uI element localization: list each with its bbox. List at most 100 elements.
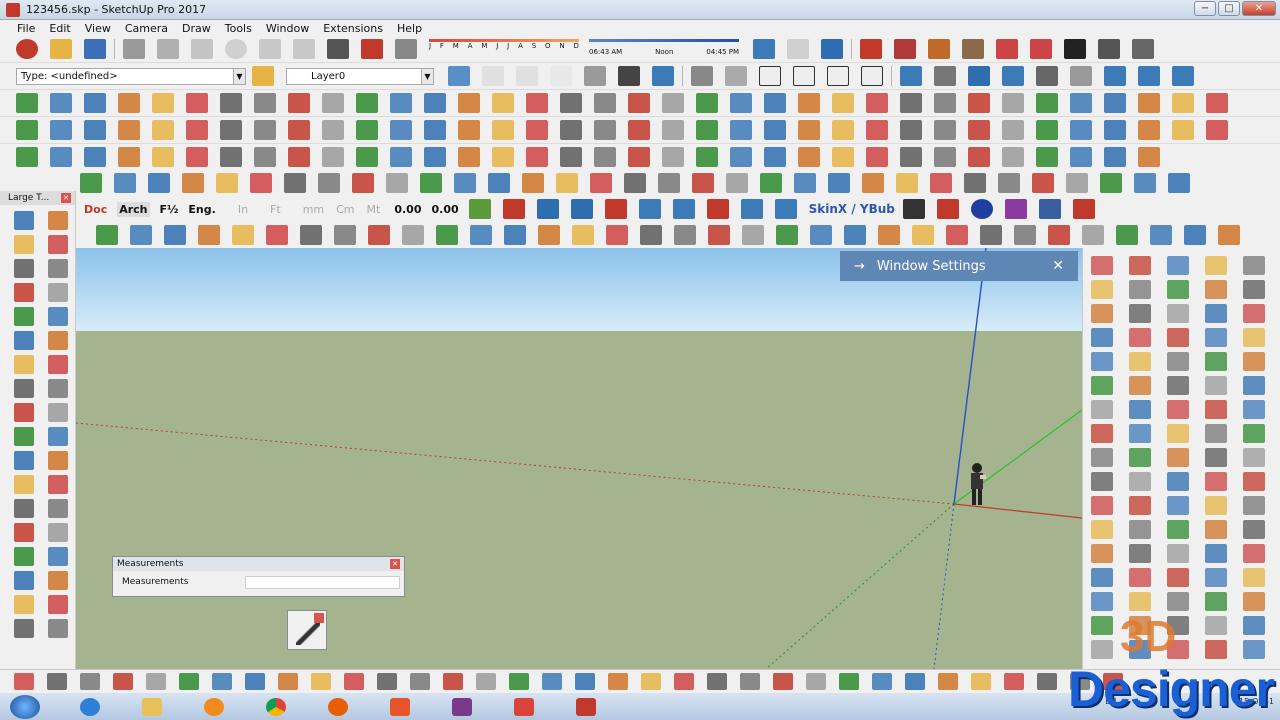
modify-tool-icon[interactable] (526, 120, 548, 140)
units-mt-button[interactable]: Mt (367, 203, 381, 216)
interact-icon[interactable] (1030, 39, 1052, 59)
palette-tool-icon[interactable] (48, 283, 68, 302)
side-tool-icon[interactable] (1129, 640, 1151, 659)
bottom-tool-icon[interactable] (1070, 673, 1090, 690)
modify-tool-icon[interactable] (1070, 120, 1092, 140)
left-view-icon[interactable] (861, 66, 883, 86)
modify-tool-icon[interactable] (628, 120, 650, 140)
side-tool-icon[interactable] (1091, 496, 1113, 515)
bottom-tool-icon[interactable] (410, 673, 430, 690)
draw-tool-icon[interactable] (764, 93, 786, 113)
print-icon[interactable] (327, 39, 349, 59)
side-tool-icon[interactable] (1167, 352, 1189, 371)
extension-tool-icon[interactable] (1134, 173, 1156, 193)
modify-tool-icon[interactable] (968, 120, 990, 140)
modify-tool-icon[interactable] (50, 120, 72, 140)
shape-tool-icon[interactable] (742, 225, 764, 245)
plugin-tool-icon[interactable] (492, 147, 514, 167)
extension-tool-icon[interactable] (624, 173, 646, 193)
extension-tool-icon[interactable] (726, 173, 748, 193)
shape-tool-icon[interactable] (164, 225, 186, 245)
extension-tool-icon[interactable] (658, 173, 680, 193)
shape-tool-icon[interactable] (572, 225, 594, 245)
side-tool-icon[interactable] (1129, 352, 1151, 371)
side-tool-icon[interactable] (1129, 424, 1151, 443)
shape-tool-icon[interactable] (1150, 225, 1172, 245)
side-tool-icon[interactable] (1205, 520, 1227, 539)
modify-tool-icon[interactable] (1036, 120, 1058, 140)
window-settings-tray[interactable]: → Window Settings ✕ (840, 251, 1078, 281)
palette-tool-icon[interactable] (14, 499, 34, 518)
shape-tool-icon[interactable] (436, 225, 458, 245)
shape-tool-icon[interactable] (1082, 225, 1104, 245)
tray-expand-arrow-icon[interactable]: → (854, 259, 865, 274)
shape-tool-icon[interactable] (96, 225, 118, 245)
shape-tool-icon[interactable] (946, 225, 968, 245)
taskbar-sketchup-2[interactable] (566, 695, 606, 719)
side-tool-icon[interactable] (1129, 496, 1151, 515)
draw-tool-icon[interactable] (1172, 93, 1194, 113)
language-indicator[interactable]: EN (1105, 697, 1116, 706)
side-tool-icon[interactable] (1205, 472, 1227, 491)
draw-tool-icon[interactable] (968, 93, 990, 113)
shadows-toggle-icon[interactable] (395, 39, 417, 59)
precision-increase-button[interactable]: 0.00 (431, 203, 458, 216)
draw-tool-icon[interactable] (424, 93, 446, 113)
draw-tool-icon[interactable] (560, 93, 582, 113)
bottom-tool-icon[interactable] (344, 673, 364, 690)
shape-tool-icon[interactable] (232, 225, 254, 245)
union-icon[interactable] (1172, 66, 1194, 86)
shadow-settings-bar[interactable]: JFMAMJJASOND 06:43 AM Noon 04:45 PM (429, 39, 739, 59)
side-tool-icon[interactable] (1091, 592, 1113, 611)
palette-tool-icon[interactable] (48, 499, 68, 518)
open-folder-icon[interactable] (50, 39, 72, 59)
palette-tool-icon[interactable] (48, 523, 68, 542)
side-tool-icon[interactable] (1167, 544, 1189, 563)
units-arch-button[interactable]: Arch (117, 201, 150, 217)
units-cm-button[interactable]: Cm (336, 203, 354, 216)
draw-tool-icon[interactable] (1036, 93, 1058, 113)
extension-tool-icon[interactable] (488, 173, 510, 193)
taskbar-app-orange[interactable] (380, 695, 420, 719)
eraser-plugin-icon[interactable] (502, 199, 525, 219)
extension-tool-icon[interactable] (862, 173, 884, 193)
modify-tool-icon[interactable] (118, 120, 140, 140)
extension-tool-icon[interactable] (930, 173, 952, 193)
model-info-icon[interactable] (361, 39, 383, 59)
modify-tool-icon[interactable] (866, 120, 888, 140)
draw-tool-icon[interactable] (16, 93, 38, 113)
plugin-tool-icon[interactable] (152, 147, 174, 167)
extension-tool-icon[interactable] (114, 173, 136, 193)
tray-toggle-icon[interactable] (1098, 39, 1120, 59)
bottom-tool-icon[interactable] (971, 673, 991, 690)
side-tool-icon[interactable] (1167, 304, 1189, 323)
shape-tool-icon[interactable] (980, 225, 1002, 245)
extension-tool-icon[interactable] (182, 173, 204, 193)
save-icon[interactable] (84, 39, 106, 59)
modify-tool-icon[interactable] (832, 120, 854, 140)
side-tool-icon[interactable] (1243, 400, 1265, 419)
palette-tool-icon[interactable] (48, 595, 68, 614)
draw-tool-icon[interactable] (832, 93, 854, 113)
iso-view-icon[interactable] (691, 66, 713, 86)
draw-tool-icon[interactable] (288, 93, 310, 113)
modify-tool-icon[interactable] (730, 120, 752, 140)
wireframe-icon[interactable] (516, 66, 538, 86)
shape-tool-icon[interactable] (1184, 225, 1206, 245)
draw-tool-icon[interactable] (1206, 93, 1228, 113)
front-view-icon[interactable] (759, 66, 781, 86)
side-tool-icon[interactable] (1129, 376, 1151, 395)
taskbar-chrome[interactable] (256, 695, 296, 719)
back-view-icon[interactable] (827, 66, 849, 86)
side-tool-icon[interactable] (1205, 544, 1227, 563)
bottom-tool-icon[interactable] (113, 673, 133, 690)
close-icon[interactable]: ✕ (390, 559, 400, 569)
skinx-icon[interactable] (902, 199, 925, 219)
extension-tool-icon[interactable] (998, 173, 1020, 193)
weld-icon[interactable] (740, 199, 763, 219)
side-tool-icon[interactable] (1129, 328, 1151, 347)
side-tool-icon[interactable] (1243, 280, 1265, 299)
shape-tool-icon[interactable] (912, 225, 934, 245)
stop-icon[interactable] (936, 199, 959, 219)
modify-tool-icon[interactable] (356, 120, 378, 140)
